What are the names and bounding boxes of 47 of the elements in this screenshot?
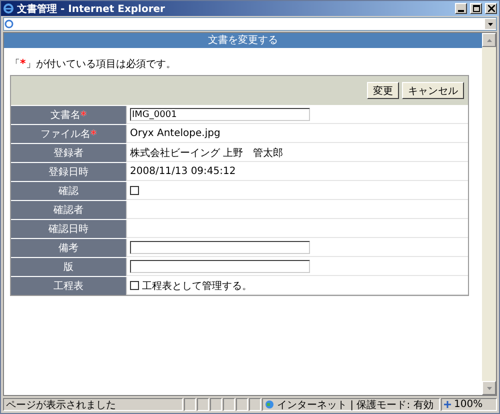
caret-icon — [488, 22, 493, 26]
field-label: ファイル名* — [11, 125, 127, 143]
status-pane — [236, 398, 248, 411]
field-value: 株式会社ビーイング 上野 管太郎 — [130, 146, 284, 160]
text-field[interactable]: IMG_0001 — [130, 108, 310, 121]
zoom-control[interactable]: 100% — [441, 398, 497, 411]
security-zone: インターネット | 保護モード: 有効 — [262, 398, 440, 411]
field-label: 登録者 — [11, 144, 127, 162]
field-label: 文書名* — [11, 106, 127, 124]
field-label: 版 — [11, 258, 127, 276]
status-pane — [210, 398, 222, 411]
globe-icon — [265, 400, 274, 409]
field-label: 工程表 — [11, 277, 127, 295]
text-field[interactable] — [130, 241, 310, 254]
field-label: 確認者 — [11, 201, 127, 219]
close-icon — [488, 5, 494, 12]
checkbox[interactable] — [130, 281, 139, 290]
status-pane — [184, 398, 196, 411]
browser-icon — [3, 3, 14, 14]
checkbox-label[interactable]: 工程表として管理する。 — [142, 278, 252, 292]
scroll-down-icon[interactable] — [482, 381, 496, 395]
scrollbar[interactable] — [482, 33, 496, 395]
form-button[interactable]: 変更 — [367, 82, 399, 99]
field-label: 確認 — [11, 182, 127, 200]
scroll-up-icon[interactable] — [482, 33, 496, 47]
page-icon — [4, 19, 14, 29]
zoom-icon — [444, 401, 451, 408]
checkbox[interactable] — [130, 186, 139, 195]
field-label: 確認日時 — [11, 220, 127, 238]
form-button[interactable]: キャンセル — [402, 82, 464, 99]
maximize-icon — [472, 5, 480, 12]
field-label: 登録日時 — [11, 163, 127, 181]
status-message: ページが表示されました — [3, 398, 183, 411]
close-button[interactable] — [485, 3, 497, 14]
status-pane — [223, 398, 235, 411]
field-value: Oryx Antelope.jpg — [130, 128, 220, 139]
minimize-button[interactable] — [455, 3, 467, 14]
maximize-button[interactable] — [470, 3, 482, 14]
status-pane — [249, 398, 261, 411]
window-title: 文書管理 - Internet Explorer — [17, 2, 166, 16]
text-field[interactable] — [130, 260, 310, 273]
status-pane — [197, 398, 209, 411]
field-label: 備考 — [11, 239, 127, 257]
field-value: 2008/11/13 09:45:12 — [130, 166, 236, 177]
required-note: 「*」が付いている項目は必須です。 — [9, 56, 177, 72]
page-header: 文書を変更する — [4, 33, 482, 48]
dropdown-button[interactable] — [485, 19, 496, 29]
